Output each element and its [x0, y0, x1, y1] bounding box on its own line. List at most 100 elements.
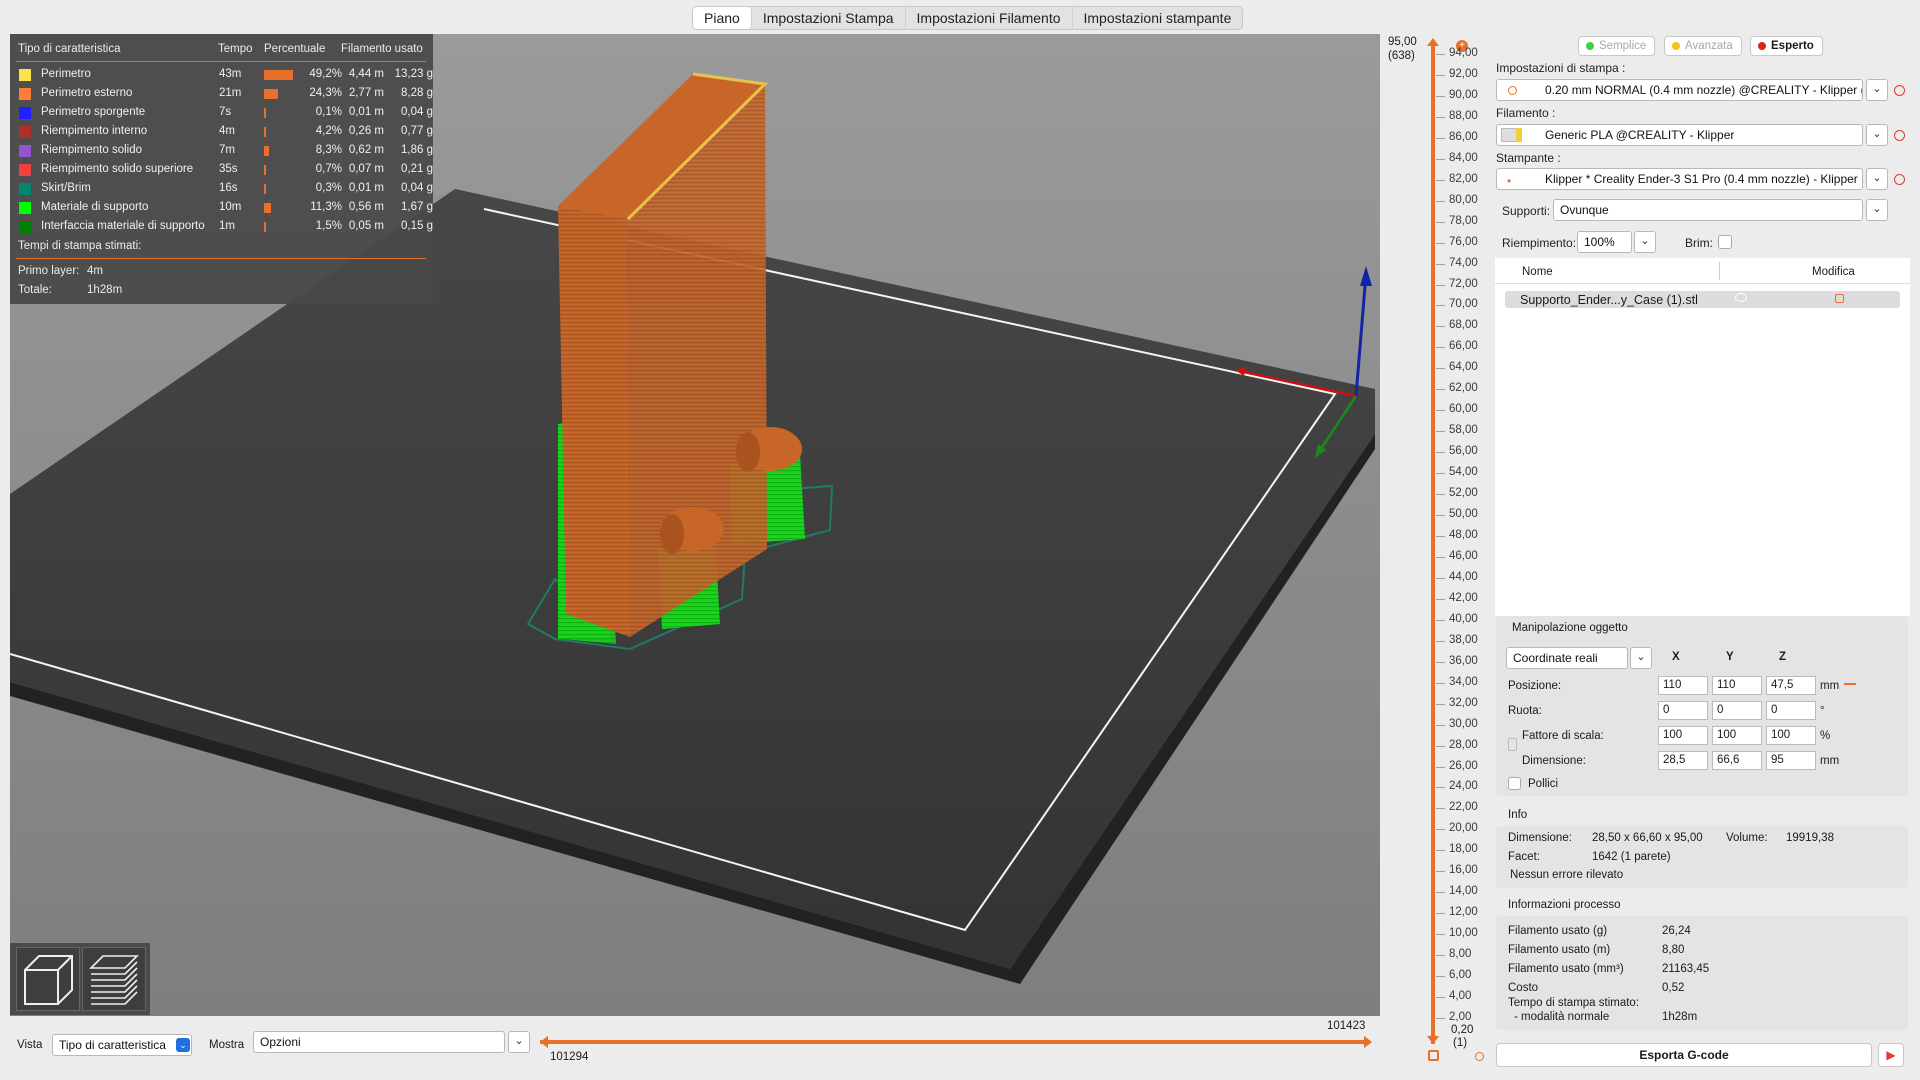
legend-separator-2 [16, 258, 426, 259]
layer-tick-mark [1436, 661, 1445, 663]
legend-header-time: Tempo [218, 43, 253, 55]
filament-select[interactable]: Generic PLA @CREALITY - Klipper [1496, 124, 1863, 146]
vista-select[interactable]: Tipo di caratteristica [52, 1034, 192, 1056]
layer-tick-mark [1436, 305, 1445, 307]
legend-name: Riempimento interno [41, 125, 148, 137]
layer-tick-mark [1436, 179, 1445, 181]
slider-left-handle[interactable] [540, 1036, 548, 1048]
list-item[interactable]: Supporto_Ender...y_Case (1).stl [1505, 291, 1900, 308]
layer-tick-mark [1436, 850, 1445, 852]
send-arrow-icon[interactable]: ▶ [1878, 1043, 1904, 1067]
export-gcode-button[interactable]: Esporta G-code [1496, 1043, 1872, 1067]
legend-row[interactable]: Materiale di supporto 10m 11,3% 0,56 m 1,67 … [10, 199, 433, 218]
legend-meters: 0,05 m [348, 220, 384, 232]
layer-tick-label: 30,00 [1449, 717, 1478, 730]
layer-tick-mark [1436, 640, 1445, 642]
legend-name: Riempimento solido superiore [41, 163, 194, 175]
mode-advanced-button[interactable]: Avanzata [1664, 36, 1742, 56]
legend-row[interactable]: Skirt/Brim 16s 0,3% 0,01 m 0,04 g [10, 180, 433, 199]
scale-z-input[interactable]: 100 [1766, 726, 1816, 745]
mode-expert-button[interactable]: Esperto [1750, 36, 1823, 56]
lock-icon[interactable] [1428, 1050, 1439, 1061]
process-mode-label: - modalità normale [1514, 1011, 1610, 1023]
scale-y-input[interactable]: 100 [1712, 726, 1762, 745]
size-x-input[interactable]: 28,5 [1658, 751, 1708, 770]
coordinate-dropdown-button[interactable]: ⌄ [1630, 647, 1652, 669]
size-z-input[interactable]: 95 [1766, 751, 1816, 770]
close-icon[interactable] [1894, 85, 1905, 96]
edit-icon[interactable] [1835, 294, 1844, 303]
mostra-select[interactable]: Opzioni [253, 1031, 505, 1053]
position-z-input[interactable]: 47,5 [1766, 676, 1816, 695]
layer-bottom-handle[interactable] [1427, 1036, 1439, 1044]
rotate-y-input[interactable]: 0 [1712, 701, 1762, 720]
legend-row[interactable]: Perimetro esterno 21m 24,3% 2,77 m 8,28 g [10, 85, 433, 104]
scale-x-input[interactable]: 100 [1658, 726, 1708, 745]
print-settings-dropdown-button[interactable]: ⌄ [1866, 79, 1888, 101]
layer-tick-label: 60,00 [1449, 403, 1478, 416]
legend-meters: 0,07 m [348, 163, 384, 175]
position-y-input[interactable]: 110 [1712, 676, 1762, 695]
cog-icon[interactable] [1475, 1052, 1484, 1061]
layer-tick-mark [1436, 703, 1445, 705]
printer-dropdown-button[interactable]: ⌄ [1866, 168, 1888, 190]
tab-filament-settings[interactable]: Impostazioni Filamento [906, 7, 1073, 29]
tab-printer-settings[interactable]: Impostazioni stampante [1073, 7, 1243, 29]
process-row-label: Filamento usato (mm³) [1508, 963, 1624, 975]
eye-icon[interactable] [1735, 293, 1747, 302]
legend-header-percent: Percentuale [264, 43, 326, 55]
rotate-z-input[interactable]: 0 [1766, 701, 1816, 720]
horizontal-move-slider[interactable] [540, 1040, 1370, 1044]
legend-row[interactable]: Riempimento interno 4m 4,2% 0,26 m 0,77 g [10, 123, 433, 142]
filament-dropdown-button[interactable]: ⌄ [1866, 124, 1888, 146]
legend-row[interactable]: Perimetro 43m 49,2% 4,44 m 13,23 g [10, 66, 433, 85]
infill-select[interactable]: 100% [1577, 231, 1632, 253]
object-name: Supporto_Ender...y_Case (1).stl [1520, 293, 1698, 307]
process-row-label: Costo [1508, 982, 1539, 994]
legend-name: Perimetro [41, 68, 91, 80]
lock-icon[interactable] [1508, 738, 1517, 751]
inches-checkbox[interactable] [1508, 777, 1521, 790]
size-y-input[interactable]: 66,6 [1712, 751, 1762, 770]
layer-tick-label: 68,00 [1449, 319, 1478, 332]
brim-checkbox[interactable] [1718, 235, 1732, 249]
process-time-label: Tempo di stampa stimato: [1508, 997, 1640, 1009]
layer-tick-mark [1436, 263, 1445, 265]
rotate-x-input[interactable]: 0 [1658, 701, 1708, 720]
legend-swatch [19, 221, 31, 233]
layer-bottom-value: 0,20 [1451, 1024, 1474, 1036]
legend-swatch [19, 202, 31, 214]
layer-tick-mark [1436, 473, 1445, 475]
legend-row[interactable]: Interfaccia materiale di supporto 1m 1,5% 0… [10, 218, 433, 237]
position-x-input[interactable]: 110 [1658, 676, 1708, 695]
layer-top-handle[interactable] [1427, 38, 1439, 46]
legend-row[interactable]: Riempimento solido superiore 35s 0,7% 0,07 … [10, 161, 433, 180]
close-icon[interactable] [1894, 174, 1905, 185]
supports-dropdown-button[interactable]: ⌄ [1866, 199, 1888, 221]
preview-view-button[interactable] [82, 947, 146, 1011]
layer-slider-track[interactable] [1431, 44, 1435, 1044]
supports-select[interactable]: Ovunque [1553, 199, 1863, 221]
mostra-dropdown-button[interactable]: ⌄ [508, 1031, 530, 1053]
legend-row[interactable]: Perimetro sporgente 7s 0,1% 0,01 m 0,04 g [10, 104, 433, 123]
printer-select[interactable]: Klipper * Creality Ender-3 S1 Pro (0.4 m… [1496, 168, 1863, 190]
legend-row[interactable]: Riempimento solido 7m 8,3% 0,62 m 1,86 g [10, 142, 433, 161]
coordinate-select[interactable]: Coordinate reali [1506, 647, 1628, 669]
tab-print-settings[interactable]: Impostazioni Stampa [752, 7, 906, 29]
tab-piano[interactable]: Piano [693, 7, 752, 29]
slider-right-handle[interactable] [1364, 1036, 1372, 1048]
drop-to-bed-icon[interactable] [1844, 683, 1856, 685]
layer-tick-mark [1436, 829, 1445, 831]
list-header-edit: Modifica [1812, 266, 1855, 278]
mode-simple-button[interactable]: Semplice [1578, 36, 1656, 56]
layer-tick-mark [1436, 410, 1445, 412]
3d-view-button[interactable] [16, 947, 80, 1011]
close-icon[interactable] [1894, 130, 1905, 141]
view-toggles [10, 943, 150, 1015]
infill-dropdown-button[interactable]: ⌄ [1634, 231, 1656, 253]
print-settings-select[interactable]: 0.20 mm NORMAL (0.4 mm nozzle) @CREALITY… [1496, 79, 1863, 101]
layer-tick-label: 8,00 [1449, 948, 1472, 961]
layer-tick-label: 42,00 [1449, 591, 1478, 604]
layer-tick-label: 76,00 [1449, 235, 1478, 248]
layer-tick-mark [1436, 556, 1445, 558]
